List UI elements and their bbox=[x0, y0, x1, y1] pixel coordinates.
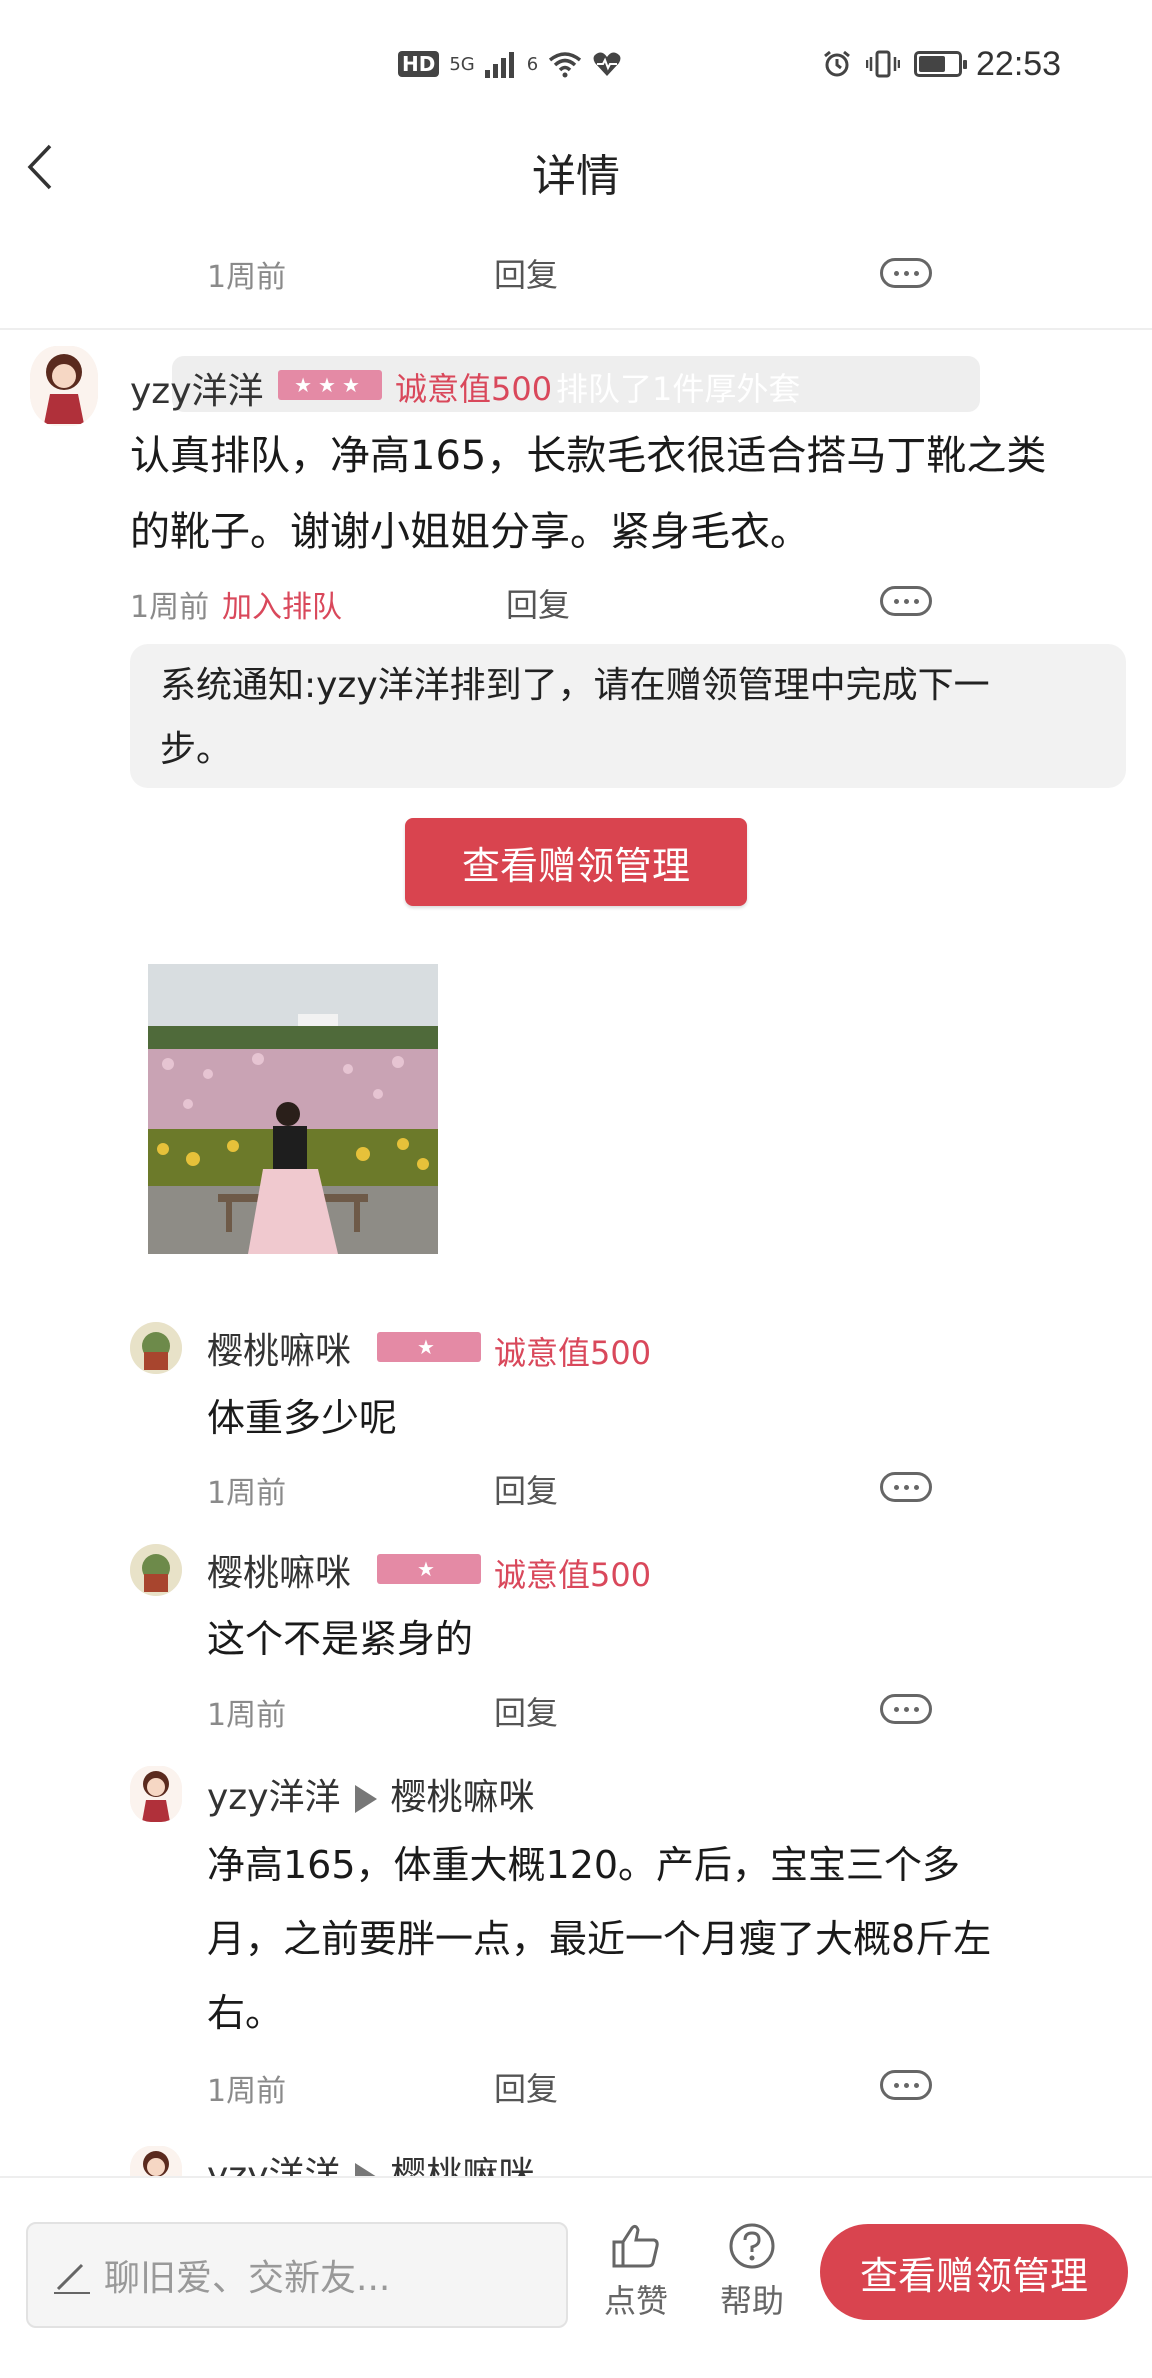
more-options-icon[interactable] bbox=[880, 258, 932, 288]
username[interactable]: yzy洋洋 bbox=[130, 362, 264, 414]
like-button[interactable]: 点赞 bbox=[604, 2222, 668, 2322]
clock-time: 22:53 bbox=[976, 44, 1062, 83]
page-title: 详情 bbox=[532, 151, 620, 202]
help-icon bbox=[729, 2223, 775, 2269]
view-gift-management-button[interactable]: 查看赠领管理 bbox=[820, 2224, 1128, 2320]
reply-button[interactable]: 回复 bbox=[494, 250, 558, 296]
queue-toast-text: 排队了1件厚外套 bbox=[556, 370, 801, 408]
battery-icon bbox=[914, 51, 967, 77]
reply-text: 体重多少呢 bbox=[207, 1396, 398, 1440]
vibrate-icon bbox=[866, 50, 900, 78]
sincerity-value: 诚意值500 bbox=[494, 1556, 652, 1594]
view-gift-management-button[interactable]: 查看赠领管理 bbox=[405, 818, 747, 906]
username[interactable]: 樱桃嘛咪 bbox=[207, 1322, 351, 1374]
avatar[interactable] bbox=[130, 1544, 182, 1596]
hd-indicator: HD bbox=[398, 51, 440, 77]
reply-button[interactable]: 回复 bbox=[494, 1466, 558, 1512]
sincerity-value: 诚意值500 bbox=[494, 1334, 652, 1372]
more-options-icon[interactable] bbox=[880, 586, 932, 616]
more-options-icon[interactable] bbox=[880, 1694, 932, 1724]
comment-time: 1周前 bbox=[130, 590, 210, 625]
reply-text-line-1: 净高165，体重大概120。产后，宝宝三个多 bbox=[207, 1843, 961, 1887]
avatar-illustration bbox=[130, 1544, 182, 1596]
username[interactable]: yzy洋洋 bbox=[207, 1777, 341, 1818]
reply-button[interactable]: 回复 bbox=[494, 2064, 558, 2110]
more-options-icon[interactable] bbox=[880, 1472, 932, 1502]
network-type-label: 5G bbox=[449, 53, 475, 75]
comment-time: 1周前 bbox=[207, 260, 287, 295]
help-label: 帮助 bbox=[720, 2282, 785, 2320]
system-notice-line-2: 步。 bbox=[160, 729, 233, 770]
comment-text-line-1: 认真排队，净高165，长款毛衣很适合搭马丁靴之类 bbox=[130, 433, 1047, 479]
avatar-illustration bbox=[130, 1766, 182, 1822]
reply-text-line-2: 月，之前要胖一点，最近一个月瘦了大概8斤左 bbox=[207, 1917, 992, 1961]
avatar[interactable] bbox=[30, 346, 98, 426]
reply-text: 这个不是紧身的 bbox=[207, 1617, 474, 1661]
heart-rate-icon bbox=[593, 52, 621, 76]
reply-button[interactable]: 回复 bbox=[494, 1688, 558, 1734]
avatar-illustration bbox=[130, 1322, 182, 1374]
pencil-icon bbox=[54, 2263, 90, 2294]
more-options-icon[interactable] bbox=[880, 2070, 932, 2100]
help-button[interactable]: 帮助 bbox=[720, 2222, 784, 2322]
divider bbox=[0, 328, 1152, 330]
system-notice-line-1: 系统通知:yzy洋洋排到了，请在赠领管理中完成下一 bbox=[160, 665, 990, 706]
comment-time: 1周前 bbox=[207, 1476, 287, 1511]
reply-button[interactable]: 回复 bbox=[506, 580, 570, 626]
star-badge: ★ bbox=[377, 1332, 481, 1362]
thumbs-up-icon bbox=[612, 2224, 659, 2268]
avatar-illustration bbox=[30, 346, 98, 426]
wifi-icon bbox=[549, 52, 582, 78]
avatar[interactable] bbox=[130, 1322, 182, 1374]
comment-time: 1周前 bbox=[207, 2074, 287, 2109]
cellular-signal-icon bbox=[484, 52, 514, 78]
star-badge: ★ bbox=[377, 1554, 481, 1584]
reply-to-arrow-icon bbox=[354, 1785, 377, 1813]
system-notice: 系统通知:yzy洋洋排到了，请在赠领管理中完成下一 步。 bbox=[130, 644, 1126, 788]
username[interactable]: 樱桃嘛咪 bbox=[207, 1544, 351, 1596]
like-label: 点赞 bbox=[604, 2282, 669, 2320]
network-type-label-2: 6 bbox=[526, 53, 539, 75]
comment-input-placeholder: 聊旧爱、交新友... bbox=[104, 2258, 391, 2299]
reply-target-username[interactable]: 樱桃嘛咪 bbox=[391, 1777, 535, 1818]
sincerity-value: 诚意值500 bbox=[395, 370, 553, 408]
comment-input[interactable]: 聊旧爱、交新友... bbox=[26, 2222, 568, 2328]
avatar[interactable] bbox=[130, 1766, 182, 1822]
comment-photo[interactable] bbox=[148, 964, 438, 1254]
status-bar-right: 22:53 bbox=[822, 44, 1061, 84]
comment-text-line-2: 的靴子。谢谢小姐姐分享。紧身毛衣。 bbox=[130, 509, 810, 555]
alarm-icon bbox=[824, 50, 850, 77]
reply-header: yzy洋洋 樱桃嘛咪 bbox=[207, 1768, 535, 1820]
star-badge: ★★★ bbox=[278, 370, 382, 400]
join-queue-link[interactable]: 加入排队 bbox=[222, 582, 342, 626]
reply-text-line-3: 右。 bbox=[207, 1991, 284, 2035]
comment-time: 1周前 bbox=[207, 1698, 287, 1733]
photo-image bbox=[148, 964, 438, 1254]
status-bar-left: HD 5G 6 bbox=[398, 44, 622, 84]
